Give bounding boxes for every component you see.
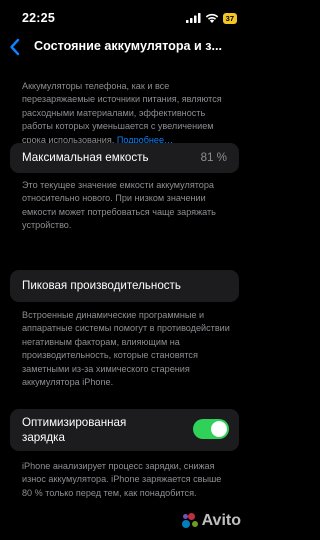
- toggle-knob: [211, 421, 227, 437]
- status-icons: 37: [185, 12, 237, 24]
- peak-performance-row: Пиковая производительность: [10, 270, 239, 302]
- wifi-icon: [205, 13, 218, 23]
- page-title: Состояние аккумулятора и з...: [34, 39, 223, 53]
- optimized-charging-row: Оптимизированная зарядка: [10, 409, 239, 451]
- max-capacity-label: Максимальная емкость: [22, 151, 149, 164]
- max-capacity-row: Максимальная емкость 81 %: [10, 143, 239, 173]
- status-bar: 22:25 37: [0, 0, 249, 36]
- peak-performance-description: Встроенные динамические программные и ап…: [22, 310, 230, 388]
- optimized-charging-toggle[interactable]: [193, 419, 229, 439]
- signal-icon: [185, 13, 201, 23]
- nav-bar: Состояние аккумулятора и з...: [0, 36, 249, 60]
- back-chevron-icon[interactable]: [8, 38, 22, 56]
- battery-indicator: 37: [222, 12, 237, 24]
- optimized-charging-description: iPhone анализирует процесс зарядки, сниж…: [22, 461, 222, 498]
- intro-description: Аккумуляторы телефона, как и все перезар…: [22, 80, 232, 147]
- peak-performance-label: Пиковая производительность: [22, 279, 181, 292]
- watermark-text: Avito: [201, 512, 241, 529]
- avito-watermark: Avito: [181, 512, 241, 530]
- max-capacity-value: 81 %: [200, 151, 227, 164]
- optimized-charging-label: Оптимизированная зарядка: [22, 416, 127, 444]
- avito-logo-icon: [181, 513, 198, 529]
- status-time: 22:25: [22, 11, 55, 25]
- capacity-description: Это текущее значение емкости аккумулятор…: [22, 180, 216, 231]
